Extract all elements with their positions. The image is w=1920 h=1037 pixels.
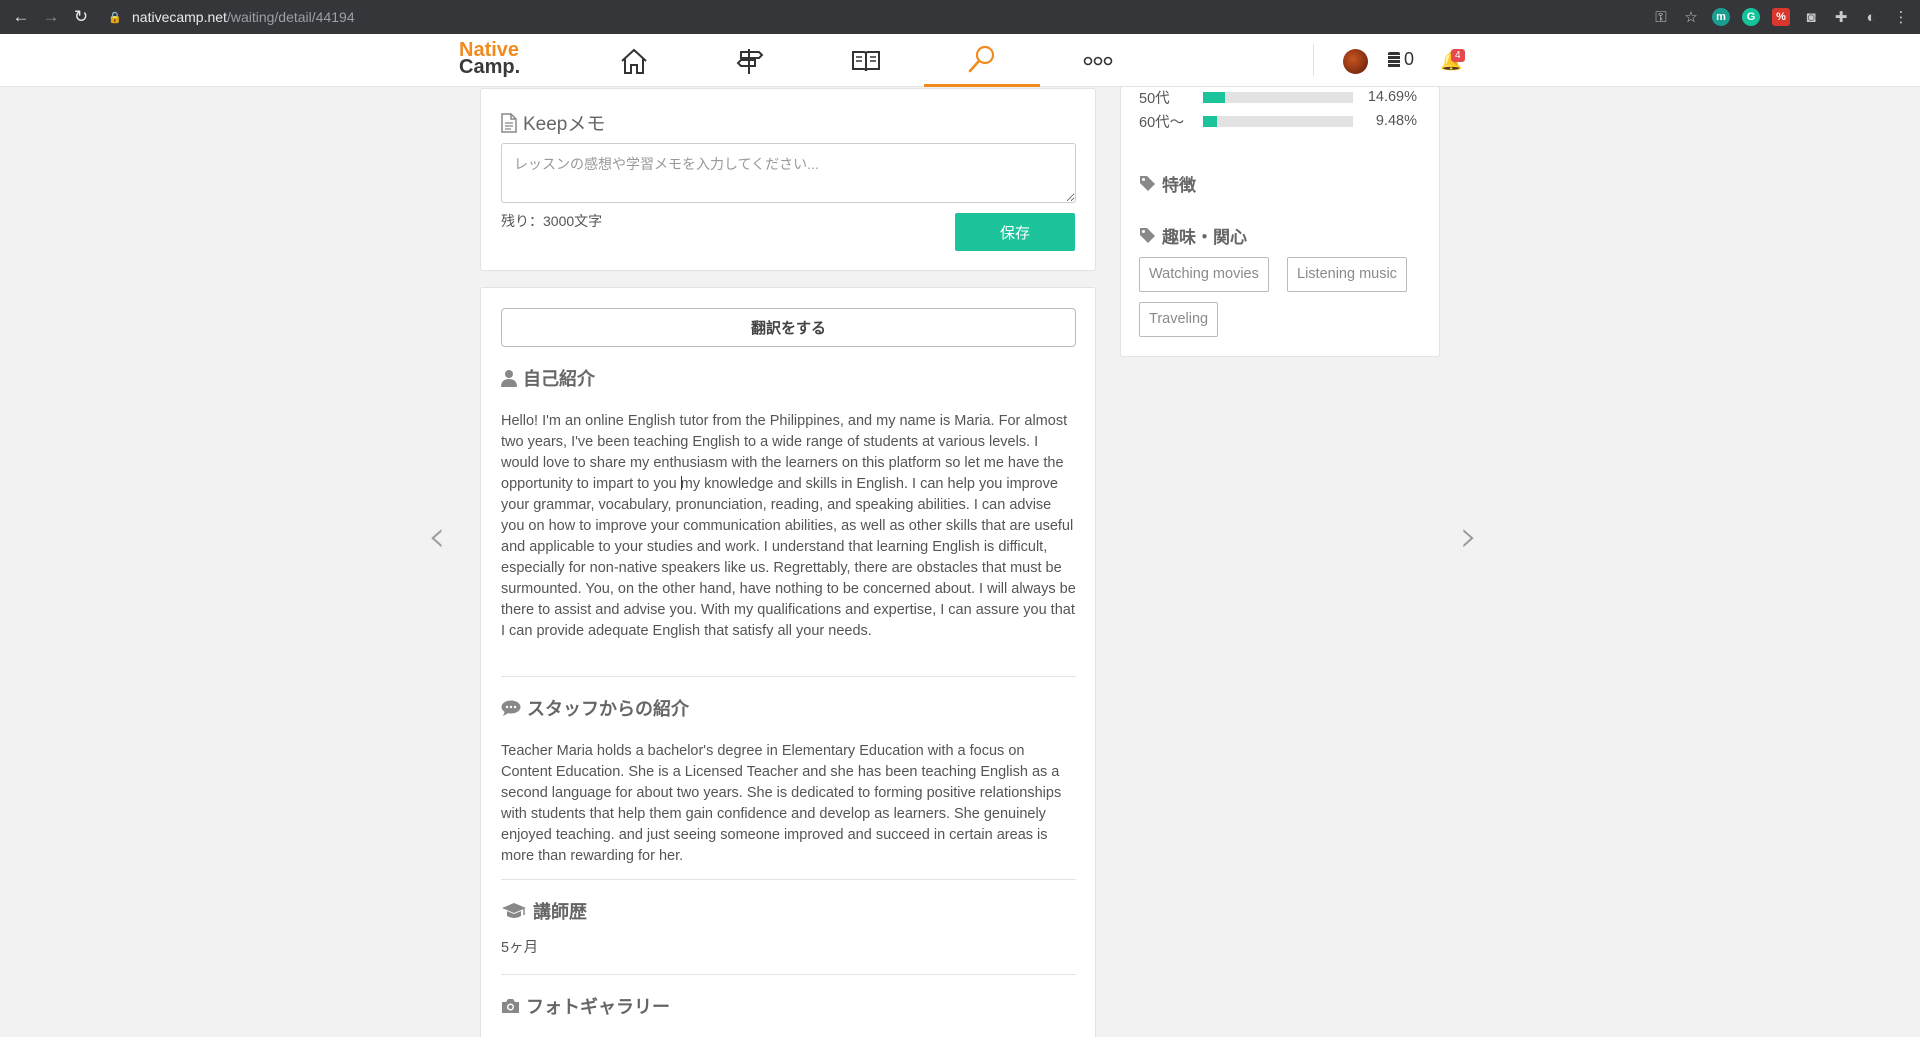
self-introduction-text: Hello! I'm an online English tutor from … xyxy=(501,413,1076,639)
age-bar-fill xyxy=(1203,115,1218,127)
staff-introduction-title: スタッフからの紹介 xyxy=(501,695,1076,721)
profile-icon[interactable]: ◐ xyxy=(1862,9,1880,26)
camera-icon[interactable]: ◙ xyxy=(1802,9,1820,26)
memo-title: Keepメモ xyxy=(501,109,605,136)
teaching-history-section: 講師歴 5ヶ月 xyxy=(501,898,1076,957)
more-icon xyxy=(1083,56,1113,65)
header-divider xyxy=(1313,44,1314,76)
coin-count: 0 xyxy=(1404,49,1415,69)
url-path: /waiting/detail/44194 xyxy=(226,9,355,25)
notification-badge: 4 xyxy=(1451,49,1465,62)
text-cursor xyxy=(681,476,683,490)
divider xyxy=(501,879,1076,880)
photo-gallery-section: フォトギャラリー xyxy=(501,993,1076,1019)
browser-toolbar: ← → ↻ 🔒 nativecamp.net/waiting/detail/44… xyxy=(0,0,1920,34)
interest-tag[interactable]: Listening music xyxy=(1287,257,1407,292)
teaching-history-title: 講師歴 xyxy=(501,898,1076,924)
features-title: 特徴 xyxy=(1139,171,1196,196)
address-bar[interactable]: 🔒 nativecamp.net/waiting/detail/44194 xyxy=(108,4,1648,30)
photo-gallery-title: フォトギャラリー xyxy=(501,993,1076,1019)
age-label: 60代〜 xyxy=(1139,114,1185,131)
interests-title: 趣味・関心 xyxy=(1139,223,1247,248)
extension-m-icon[interactable]: m xyxy=(1712,8,1730,26)
home-icon xyxy=(621,48,647,74)
notification-button[interactable]: 🔔 4 xyxy=(1440,49,1470,73)
previous-teacher-arrow[interactable]: ‹ xyxy=(428,515,446,559)
memo-card: Keepメモ 残り：3000文字 保存 xyxy=(480,88,1096,271)
puzzle-icon[interactable]: ✚ xyxy=(1832,8,1850,26)
nav-more[interactable] xyxy=(1040,34,1156,87)
memo-textarea[interactable] xyxy=(501,143,1076,203)
interest-tag[interactable]: Watching movies xyxy=(1139,257,1269,292)
back-icon[interactable]: ← xyxy=(6,0,36,34)
key-icon[interactable]: ⚿ xyxy=(1652,9,1670,26)
kebab-menu-icon[interactable]: ⋮ xyxy=(1892,8,1910,26)
self-introduction-section: 自己紹介 Hello! I'm an online English tutor … xyxy=(501,365,1076,642)
self-introduction-title: 自己紹介 xyxy=(501,365,1076,391)
translate-button[interactable]: 翻訳をする xyxy=(501,308,1076,347)
speech-bubble-icon xyxy=(501,700,521,716)
photo-gallery xyxy=(501,1022,1076,1037)
save-button[interactable]: 保存 xyxy=(955,213,1075,251)
tag-icon xyxy=(1140,228,1155,243)
forward-icon[interactable]: → xyxy=(36,0,66,34)
next-teacher-arrow[interactable]: › xyxy=(1460,515,1478,559)
teaching-history-title-text: 講師歴 xyxy=(533,902,587,922)
extension-red-icon[interactable]: % xyxy=(1772,8,1790,26)
age-bar xyxy=(1203,91,1353,103)
logo[interactable]: Native Camp. xyxy=(459,40,521,78)
introduction-card: 翻訳をする 自己紹介 Hello! I'm an online English … xyxy=(480,287,1096,1037)
search-icon xyxy=(968,45,995,73)
avatar[interactable] xyxy=(1343,49,1368,74)
photo-gallery-title-text: フォトギャラリー xyxy=(526,997,670,1017)
coin-stack-icon xyxy=(1388,51,1400,68)
nav-search[interactable] xyxy=(924,34,1040,87)
signpost-icon xyxy=(736,48,764,74)
age-percent: 14.69% xyxy=(1367,89,1417,105)
person-icon xyxy=(501,370,517,387)
memo-title-text: Keepメモ xyxy=(523,114,606,135)
staff-introduction-title-text: スタッフからの紹介 xyxy=(527,699,689,719)
teacher-stats-card: 50代 14.69% 60代〜 9.48% 特徴 趣味・関心 Watching … xyxy=(1120,86,1440,357)
interest-tag[interactable]: Traveling xyxy=(1139,302,1219,337)
reload-icon[interactable]: ↻ xyxy=(66,0,96,34)
nav-course[interactable] xyxy=(692,34,808,87)
star-icon[interactable]: ☆ xyxy=(1682,8,1700,26)
divider xyxy=(501,676,1076,677)
age-row: 60代〜 9.48% xyxy=(1139,111,1429,131)
age-row: 50代 14.69% xyxy=(1139,87,1429,107)
book-icon xyxy=(852,50,880,71)
features-title-text: 特徴 xyxy=(1162,176,1196,195)
lock-icon: 🔒 xyxy=(108,11,122,24)
coin-balance[interactable]: 0 xyxy=(1388,49,1414,70)
staff-introduction-text: Teacher Maria holds a bachelor's degree … xyxy=(501,743,1062,864)
url-host: nativecamp.net xyxy=(132,9,227,25)
tag-icon xyxy=(1140,176,1155,191)
graduation-cap-icon xyxy=(502,903,526,918)
nav-textbook[interactable] xyxy=(808,34,924,87)
age-bar-fill xyxy=(1203,91,1226,103)
remaining-characters: 残り：3000文字 xyxy=(501,213,603,229)
logo-line2: Camp. xyxy=(459,56,521,78)
nav-home[interactable] xyxy=(576,34,692,87)
grammarly-icon[interactable]: G xyxy=(1742,8,1760,26)
document-icon xyxy=(501,112,517,133)
site-header: Native Camp. 0 🔔 4 xyxy=(0,34,1920,87)
interests-title-text: 趣味・関心 xyxy=(1162,228,1247,247)
teaching-history-value: 5ヶ月 xyxy=(501,940,539,956)
staff-introduction-section: スタッフからの紹介 Teacher Maria holds a bachelor… xyxy=(501,695,1076,867)
camera-icon xyxy=(502,999,519,1013)
self-introduction-title-text: 自己紹介 xyxy=(523,369,595,389)
age-bar xyxy=(1203,115,1353,127)
divider xyxy=(501,974,1076,975)
age-label: 50代 xyxy=(1139,90,1170,107)
age-percent: 9.48% xyxy=(1375,113,1417,129)
